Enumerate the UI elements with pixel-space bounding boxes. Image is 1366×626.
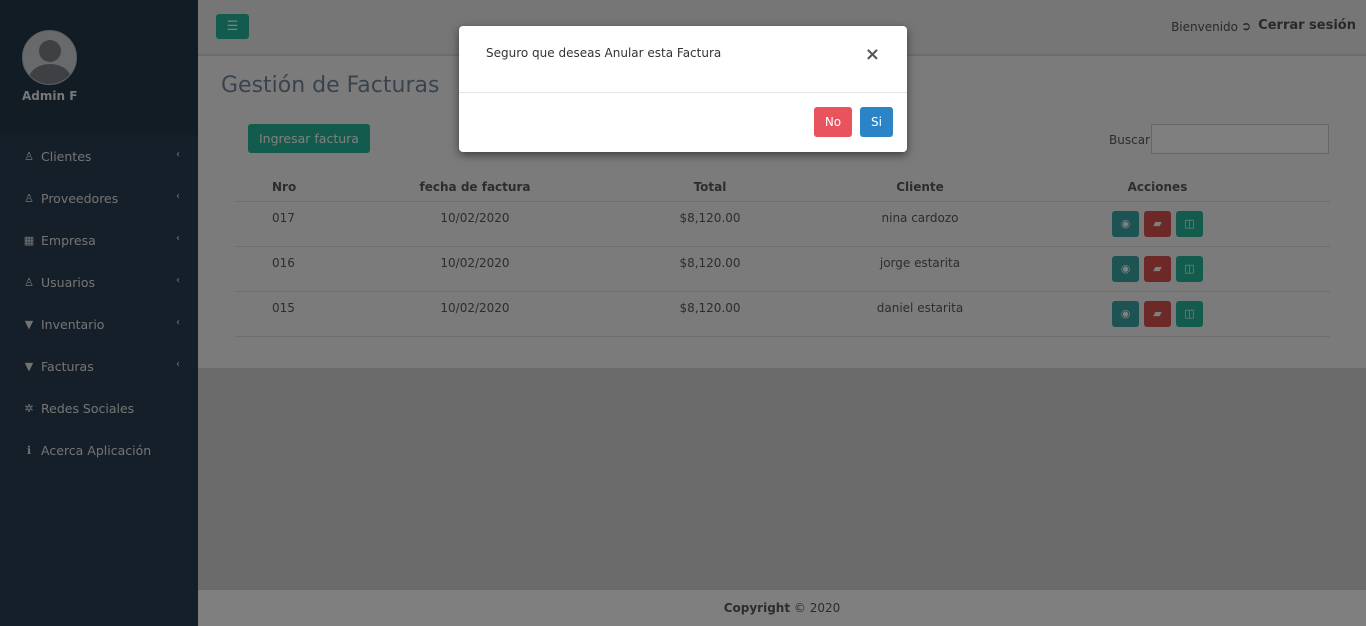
confirm-modal: Seguro que deseas Anular esta Factura × … (459, 26, 907, 152)
close-icon[interactable]: × (865, 46, 880, 64)
modal-header: Seguro que deseas Anular esta Factura × (459, 26, 907, 93)
yes-button[interactable]: Si (860, 107, 893, 137)
modal-footer: No Si (459, 93, 907, 151)
no-button[interactable]: No (814, 107, 852, 137)
modal-message: Seguro que deseas Anular esta Factura (486, 46, 722, 60)
